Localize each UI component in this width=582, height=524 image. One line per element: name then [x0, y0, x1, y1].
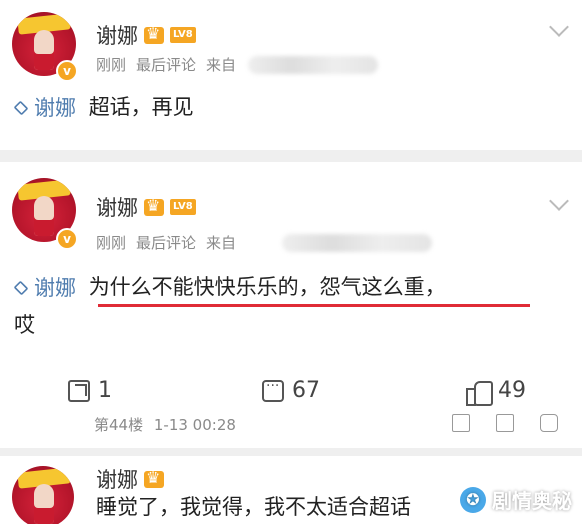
chevron-down-icon[interactable]	[549, 17, 569, 37]
source-redacted	[248, 56, 378, 74]
watermark-logo-icon: ✪	[460, 486, 486, 513]
action-bar: 1 67 49	[0, 372, 582, 412]
post-2: v 谢娜 LV8 刚刚 最后评论 来自 谢娜 为什么不能快快乐乐的，怨气这么重，…	[0, 162, 582, 448]
source-prefix: 来自	[206, 56, 237, 74]
watermark: ✪ 剧情奥秘	[460, 485, 572, 514]
avatar[interactable]	[12, 466, 74, 524]
crown-icon	[144, 24, 164, 44]
comment-icon	[262, 378, 284, 402]
red-underline	[98, 304, 530, 307]
crown-icon	[144, 468, 164, 488]
level-badge: LV8	[170, 199, 196, 215]
user-name[interactable]: 谢娜	[96, 192, 138, 222]
share-icon	[68, 379, 90, 402]
post-text: 睡觉了，我觉得，我不太适合超话	[96, 495, 411, 519]
mini-comment-icon[interactable]	[496, 414, 514, 432]
diamond-topic-icon	[13, 100, 29, 116]
diamond-topic-icon	[13, 280, 29, 296]
like-button[interactable]: 49	[466, 378, 526, 406]
post-time: 刚刚	[96, 56, 127, 74]
source-prefix: 来自	[206, 234, 237, 252]
post-text-tail: ，	[424, 275, 446, 299]
post-text: 超话，再见	[88, 95, 194, 119]
topic-link[interactable]: 谢娜	[13, 91, 76, 125]
post-text-highlight: 为什么不能快快乐乐的，怨气这么重	[88, 275, 425, 299]
divider	[0, 448, 582, 456]
floor-time: 1-13 00:28	[153, 416, 236, 434]
share-button[interactable]: 1	[68, 378, 112, 403]
topic-link[interactable]: 谢娜	[13, 271, 76, 305]
watermark-text: 剧情奥秘	[492, 489, 572, 513]
post-time: 刚刚	[96, 234, 127, 252]
user-name[interactable]: 谢娜	[96, 20, 138, 50]
crown-icon	[144, 196, 164, 216]
sort-label: 最后评论	[136, 56, 197, 74]
floor-number: 第44楼	[94, 416, 144, 434]
sort-label: 最后评论	[136, 234, 197, 252]
source-redacted	[282, 234, 432, 252]
level-badge: LV8	[170, 27, 196, 43]
mini-share-icon[interactable]	[452, 414, 470, 432]
share-count: 1	[98, 378, 112, 403]
verified-badge-icon: v	[56, 228, 78, 250]
post-1: v 谢娜 LV8 刚刚 最后评论 来自 谢娜 超话，再见	[0, 0, 582, 150]
mini-like-icon[interactable]	[540, 414, 558, 432]
chevron-down-icon[interactable]	[549, 191, 569, 211]
like-icon	[466, 379, 493, 406]
verified-badge-icon: v	[56, 60, 78, 82]
post-text-line2: 哎	[14, 313, 35, 337]
comment-button[interactable]: 67	[262, 378, 320, 403]
comment-count: 67	[292, 378, 320, 403]
like-count: 49	[498, 378, 526, 403]
divider	[0, 150, 582, 162]
